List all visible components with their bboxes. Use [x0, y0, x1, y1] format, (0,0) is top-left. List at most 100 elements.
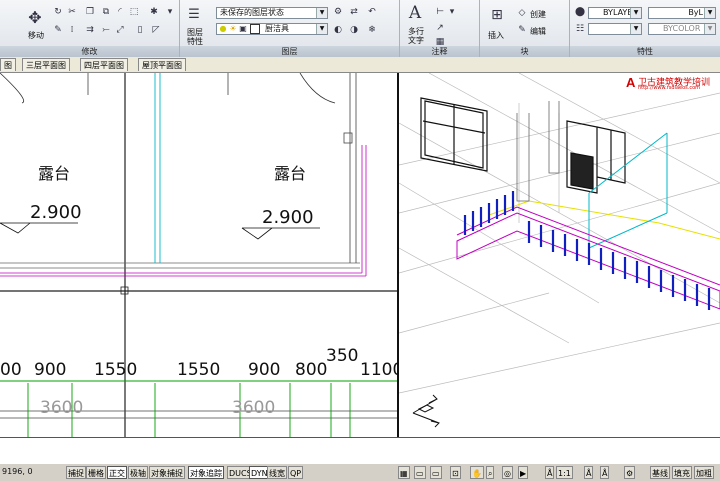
grid-line: [399, 182, 720, 274]
erase-icon[interactable]: ✎: [52, 24, 64, 36]
zoom-icon[interactable]: ⌕: [486, 466, 495, 479]
stretch-icon[interactable]: ⬚: [128, 6, 140, 18]
watermark-url: http://www.rsdiaeos.com: [638, 85, 701, 91]
chevron-down-icon[interactable]: ▼: [316, 8, 327, 18]
extend-icon[interactable]: ⤚: [100, 24, 112, 36]
door-arcs: [0, 73, 336, 104]
dim-text: 00: [0, 360, 22, 380]
array-icon[interactable]: ⁞: [66, 24, 78, 36]
color-combo[interactable]: BYLAYE ▼: [588, 7, 642, 19]
mtext-icon[interactable]: A: [406, 3, 424, 23]
polar-toggle[interactable]: 极轴: [128, 466, 148, 479]
multileader-icon[interactable]: ↗: [434, 22, 446, 34]
bold-button[interactable]: 加粗: [694, 466, 714, 479]
layer-freeze-icon[interactable]: ❄: [366, 24, 378, 36]
layer-properties-icon[interactable]: ☰: [186, 6, 202, 22]
model-3d-drawing: [399, 73, 720, 428]
annotation-scale-value[interactable]: 1:1: [556, 466, 573, 479]
workspace-icon[interactable]: ⚙: [624, 466, 636, 479]
chevron-down-icon[interactable]: ▼: [704, 24, 715, 34]
create-block-icon[interactable]: ◇: [516, 7, 528, 19]
create-block-label[interactable]: 创建: [530, 9, 546, 20]
layout-icon[interactable]: ▭: [414, 466, 426, 479]
layer-state-icon[interactable]: ⚙: [332, 6, 344, 18]
layout2-icon[interactable]: ▭: [430, 466, 442, 479]
tab-third-floor[interactable]: 三层平面图: [22, 58, 70, 71]
chamfer-icon[interactable]: ◸: [150, 24, 162, 36]
otrack-toggle[interactable]: 对象追踪: [188, 466, 224, 479]
chevron-down-icon[interactable]: ▼: [316, 24, 327, 34]
move-icon[interactable]: ✥: [26, 8, 44, 27]
fill-button[interactable]: 填充: [672, 466, 692, 479]
plan-viewport[interactable]: 露台 露台 2.900 2.900 00 900 1550 1550 900 8…: [0, 73, 399, 438]
chevron-down-icon[interactable]: ▾: [164, 6, 176, 18]
ucs-box: [417, 404, 435, 413]
fillet-icon[interactable]: ◜: [114, 6, 126, 18]
plotstyle-combo[interactable]: BYCOLOR ▼: [648, 23, 716, 35]
model-3d-viewport[interactable]: A 卫古建筑教学培训 http://www.rsdiaeos.com: [399, 73, 720, 437]
annotation-autoscale-icon[interactable]: Å: [600, 466, 610, 479]
mirror-icon[interactable]: ⧉: [100, 6, 112, 18]
properties-panel: ⬤ BYLAYE ▼ ByL ▼ ☷ ▼ BYCOLOR ▼ 特性: [570, 0, 720, 57]
elevation-left: 2.900: [30, 202, 82, 223]
annotation-scale-icon[interactable]: Å: [545, 466, 555, 479]
dim-text: 900: [248, 360, 280, 380]
scale-icon[interactable]: ⤢: [114, 24, 126, 36]
modify-panel: ✥ 移动 ↻ ✂ ❐ ⧉ ◜ ⬚ ✱ ▾ ✎ ⁞ ⇉ ⤚ ⤢ ▯ ◸ 修改: [0, 0, 180, 57]
copy-icon[interactable]: ❐: [84, 6, 96, 18]
ortho-toggle[interactable]: 正交: [107, 466, 127, 479]
layer-off-icon[interactable]: ◐: [332, 24, 344, 36]
baseline-button[interactable]: 基线: [650, 466, 670, 479]
edit-block-label[interactable]: 编辑: [530, 26, 546, 37]
match-properties-icon[interactable]: ⬤: [574, 6, 586, 18]
rotate-icon[interactable]: ↻: [52, 6, 64, 18]
model-space-icon[interactable]: ▦: [398, 466, 410, 479]
grid-line: [399, 182, 600, 304]
list-icon[interactable]: ☷: [574, 23, 586, 35]
grid-toggle[interactable]: 栅格: [86, 466, 106, 479]
linetype-combo[interactable]: ByL ▼: [648, 7, 716, 19]
grid-line: [399, 247, 570, 344]
lineweight-combo[interactable]: ▼: [588, 23, 642, 35]
explode-icon[interactable]: ✱: [148, 6, 160, 18]
layer-previous-icon[interactable]: ↶: [366, 6, 378, 18]
osnap-toggle[interactable]: 对象捕捉: [149, 466, 185, 479]
block-panel: ⊞ 插入 ◇ 创建 ✎ 编辑 块: [480, 0, 570, 57]
annotation-visibility-icon[interactable]: Å: [584, 466, 594, 479]
color-swatch-icon: [250, 24, 260, 34]
chevron-down-icon[interactable]: ▼: [704, 8, 715, 18]
trim-icon[interactable]: ✂: [66, 6, 78, 18]
maximize-viewport-icon[interactable]: ⊡: [450, 466, 461, 479]
tab-fourth-floor[interactable]: 四层平面图: [80, 58, 128, 71]
tab-roof[interactable]: 屋顶平面图: [138, 58, 186, 71]
break-icon[interactable]: ▯: [134, 24, 146, 36]
walls-3d: [516, 101, 560, 202]
layer-match-icon[interactable]: ⇄: [348, 6, 360, 18]
lineweight-toggle[interactable]: 线宽: [267, 466, 287, 479]
snap-toggle[interactable]: 捕捉: [66, 466, 86, 479]
command-input-line[interactable]: [0, 450, 720, 462]
chevron-down-icon[interactable]: ▼: [630, 24, 641, 34]
layer-state-combo[interactable]: 未保存的图层状态 ▼: [216, 7, 328, 19]
dimension-icon[interactable]: ⊢: [434, 6, 446, 18]
layer-isolate-icon[interactable]: ◑: [348, 24, 360, 36]
pan-icon[interactable]: ✋: [470, 466, 484, 479]
offset-icon[interactable]: ⇉: [84, 24, 96, 36]
qp-toggle[interactable]: QP: [288, 466, 304, 479]
chevron-down-icon[interactable]: ▾: [446, 6, 458, 18]
chevron-down-icon[interactable]: ▼: [630, 8, 641, 18]
properties-panel-title: 特性: [570, 46, 720, 57]
ribbon: ✥ 移动 ↻ ✂ ❐ ⧉ ◜ ⬚ ✱ ▾ ✎ ⁞ ⇉ ⤚ ⤢ ▯ ◸ 修改 ☰ …: [0, 0, 720, 58]
tab-partial[interactable]: 图: [0, 58, 16, 71]
plan-drawing: 露台 露台 2.900 2.900 00 900 1550 1550 900 8…: [0, 73, 397, 437]
column: [343, 132, 353, 144]
coordinate-readout: 9196, 0: [2, 467, 33, 476]
grid-line: [399, 292, 550, 334]
insert-icon[interactable]: ⊞: [488, 6, 506, 24]
steering-wheel-icon[interactable]: ◎: [502, 466, 513, 479]
door-arc: [0, 73, 25, 104]
command-line[interactable]: [0, 437, 720, 464]
edit-block-icon[interactable]: ✎: [516, 24, 528, 36]
dim-text: 1100: [360, 360, 397, 380]
showmotion-icon[interactable]: ▶: [518, 466, 529, 479]
